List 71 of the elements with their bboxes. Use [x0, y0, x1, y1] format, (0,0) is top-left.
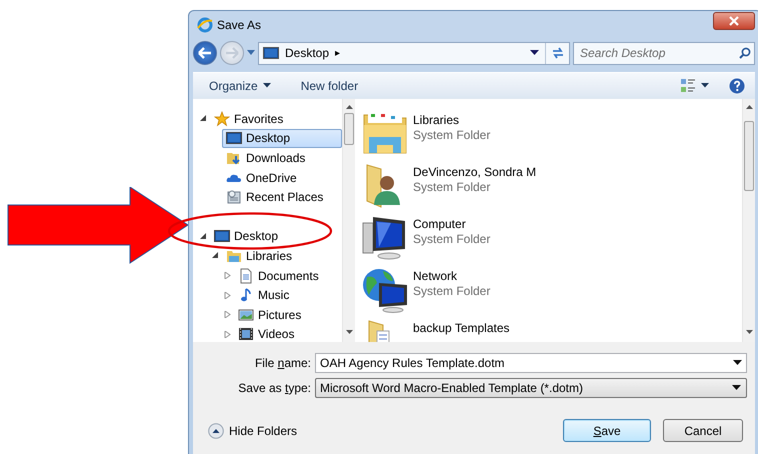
- star-icon: [214, 110, 230, 127]
- back-button[interactable]: [193, 41, 217, 65]
- scroll-up-icon: [346, 105, 352, 109]
- dropdown-icon: [530, 50, 539, 56]
- collapse-arrow-icon[interactable]: [200, 115, 206, 122]
- dropdown-icon: [247, 50, 255, 56]
- field-label: Save as type:: [237, 380, 311, 396]
- tree-item[interactable]: Desktop: [222, 128, 342, 148]
- help-icon: [729, 78, 745, 94]
- item-name[interactable]: Computer: [413, 217, 490, 232]
- tree-item[interactable]: Pictures: [234, 305, 306, 324]
- right-arrow-icon: [225, 47, 239, 59]
- refresh-icon: [550, 47, 564, 59]
- expand-arrow-icon[interactable]: [224, 292, 230, 299]
- recent-places-icon: [226, 189, 242, 206]
- tree-item[interactable]: Documents: [234, 266, 323, 286]
- cancel-button[interactable]: Cancel: [663, 419, 743, 442]
- save-button[interactable]: Save: [563, 419, 651, 442]
- tree-item[interactable]: Downloads: [222, 148, 310, 168]
- tree-item[interactable]: Recent Places: [222, 188, 328, 207]
- search-field[interactable]: Search Desktop: [573, 42, 755, 64]
- scroll-up-icon: [746, 105, 752, 109]
- desktop-icon: [263, 46, 279, 60]
- search-icon: [739, 46, 751, 58]
- scroll-down-icon: [746, 330, 752, 334]
- browser-logo-icon: [197, 17, 213, 33]
- music-note-icon: [238, 287, 254, 304]
- window-title: Save As: [217, 17, 262, 34]
- hide-folders-button[interactable]: Hide Folders: [208, 422, 298, 440]
- collapse-up-icon: [208, 422, 224, 438]
- dropdown-icon: [701, 83, 709, 88]
- scrollbar-thumb[interactable]: [744, 121, 754, 191]
- file-type-dropdown[interactable]: Microsoft Word Macro-Enabled Template (*.dotm): [315, 378, 747, 398]
- item-name[interactable]: DeVincenzo, Sondra M: [413, 165, 536, 180]
- address-bar[interactable]: Desktop ▸: [258, 42, 570, 64]
- expand-arrow-icon[interactable]: [224, 272, 230, 280]
- address-location: Desktop: [285, 45, 330, 62]
- item-type: System Folder: [413, 180, 492, 195]
- close-icon: [729, 16, 739, 26]
- dropdown-icon: [732, 385, 741, 390]
- new-folder-button[interactable]: New folder: [294, 74, 364, 96]
- item-type: System Folder: [413, 232, 490, 247]
- scroll-down-icon: [346, 330, 352, 334]
- item-name[interactable]: Network: [413, 269, 490, 284]
- organize-menu[interactable]: Organize: [203, 74, 277, 96]
- recent-pages-button[interactable]: [247, 50, 255, 56]
- tree-item[interactable]: Libraries: [222, 246, 296, 266]
- expand-arrow-icon[interactable]: [224, 330, 230, 338]
- item-name[interactable]: Libraries: [413, 113, 490, 128]
- address-separator: ▸: [335, 46, 340, 60]
- collapse-arrow-icon[interactable]: [212, 252, 218, 260]
- file-name-field[interactable]: OAH Agency Rules Template.dotm: [315, 352, 747, 372]
- monitor-icon: [226, 130, 242, 146]
- tree-item[interactable]: OneDrive: [222, 168, 301, 188]
- dropdown-icon: [733, 360, 742, 364]
- tree-item[interactable]: Videos: [234, 324, 298, 344]
- tree-item[interactable]: Music: [234, 286, 294, 305]
- expand-arrow-icon[interactable]: [224, 311, 230, 318]
- item-name[interactable]: backup Templates: [413, 321, 510, 336]
- left-arrow-icon: [198, 47, 212, 59]
- close-button[interactable]: [713, 12, 755, 30]
- picture-icon: [238, 306, 254, 323]
- tree-item[interactable]: Favorites: [210, 109, 288, 128]
- view-icon: [680, 78, 696, 94]
- collapse-arrow-icon[interactable]: [200, 232, 206, 240]
- field-label: File name:: [254, 354, 311, 372]
- monitor-icon: [214, 228, 230, 244]
- item-type: System Folder: [413, 128, 490, 143]
- scrollbar-thumb[interactable]: [344, 113, 354, 145]
- item-type: System Folder: [413, 284, 490, 299]
- document-icon: [238, 268, 254, 284]
